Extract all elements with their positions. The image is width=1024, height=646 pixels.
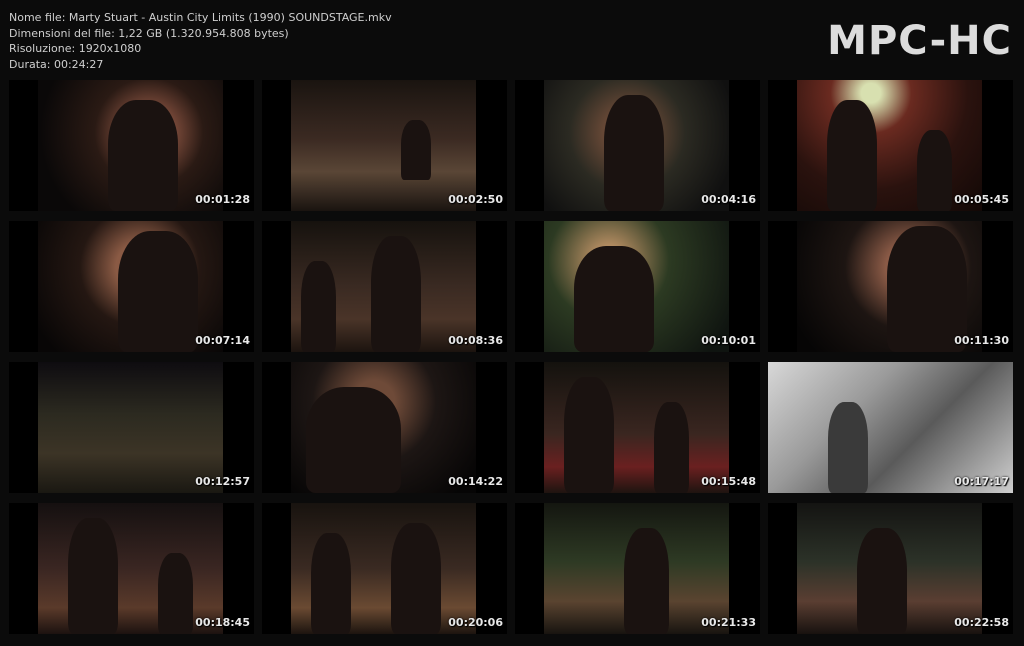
video-frame [768,362,1013,493]
timestamp: 00:01:28 [195,193,250,206]
timestamp: 00:02:50 [448,193,503,206]
video-frame [797,80,982,211]
timestamp: 00:14:22 [448,475,503,488]
video-frame [544,362,729,493]
timestamp: 00:17:17 [954,475,1009,488]
timestamp: 00:18:45 [195,616,250,629]
thumbnail: 00:02:50 [262,80,507,211]
thumbnail: 00:04:16 [515,80,760,211]
video-frame [544,80,729,211]
timestamp: 00:15:48 [701,475,756,488]
timestamp: 00:08:36 [448,334,503,347]
app-logo: MPC-HC [827,18,1012,64]
timestamp: 00:05:45 [954,193,1009,206]
timestamp: 00:10:01 [701,334,756,347]
thumbnail: 00:12:57 [9,362,254,493]
thumbnail: 00:07:14 [9,221,254,352]
thumbnail: 00:21:33 [515,503,760,634]
timestamp: 00:22:58 [954,616,1009,629]
timestamp: 00:12:57 [195,475,250,488]
video-frame [544,221,729,352]
video-frame [291,221,476,352]
thumbnail: 00:22:58 [768,503,1013,634]
video-frame [291,503,476,634]
video-frame [544,503,729,634]
thumbnail: 00:20:06 [262,503,507,634]
thumbnail: 00:15:48 [515,362,760,493]
thumbnail: 00:01:28 [9,80,254,211]
video-frame [291,80,476,211]
timestamp: 00:07:14 [195,334,250,347]
thumbnail: 00:11:30 [768,221,1013,352]
video-frame [38,503,223,634]
timestamp: 00:20:06 [448,616,503,629]
file-name: Nome file: Marty Stuart - Austin City Li… [9,11,392,24]
file-size: Dimensioni del file: 1,22 GB (1.320.954.… [9,26,289,40]
thumbnail: 00:05:45 [768,80,1013,211]
video-frame [291,362,476,493]
video-frame [797,221,982,352]
video-frame [38,221,223,352]
thumbnail: 00:14:22 [262,362,507,493]
timestamp: 00:04:16 [701,193,756,206]
thumbnail: 00:18:45 [9,503,254,634]
thumbnail: 00:10:01 [515,221,760,352]
thumbnail: 00:08:36 [262,221,507,352]
video-frame [797,503,982,634]
thumbnail: 00:17:17 [768,362,1013,493]
file-duration: Durata: 00:24:27 [9,57,104,71]
timestamp: 00:11:30 [954,334,1009,347]
file-resolution: Risoluzione: 1920x1080 [9,42,142,55]
file-info: Nome file: Marty Stuart - Austin City Li… [9,10,392,72]
timestamp: 00:21:33 [701,616,756,629]
video-frame [38,362,223,493]
video-frame [38,80,223,211]
thumbnail-grid: 00:01:28 00:02:50 00:04:16 00:05:45 00:0… [9,80,1013,634]
